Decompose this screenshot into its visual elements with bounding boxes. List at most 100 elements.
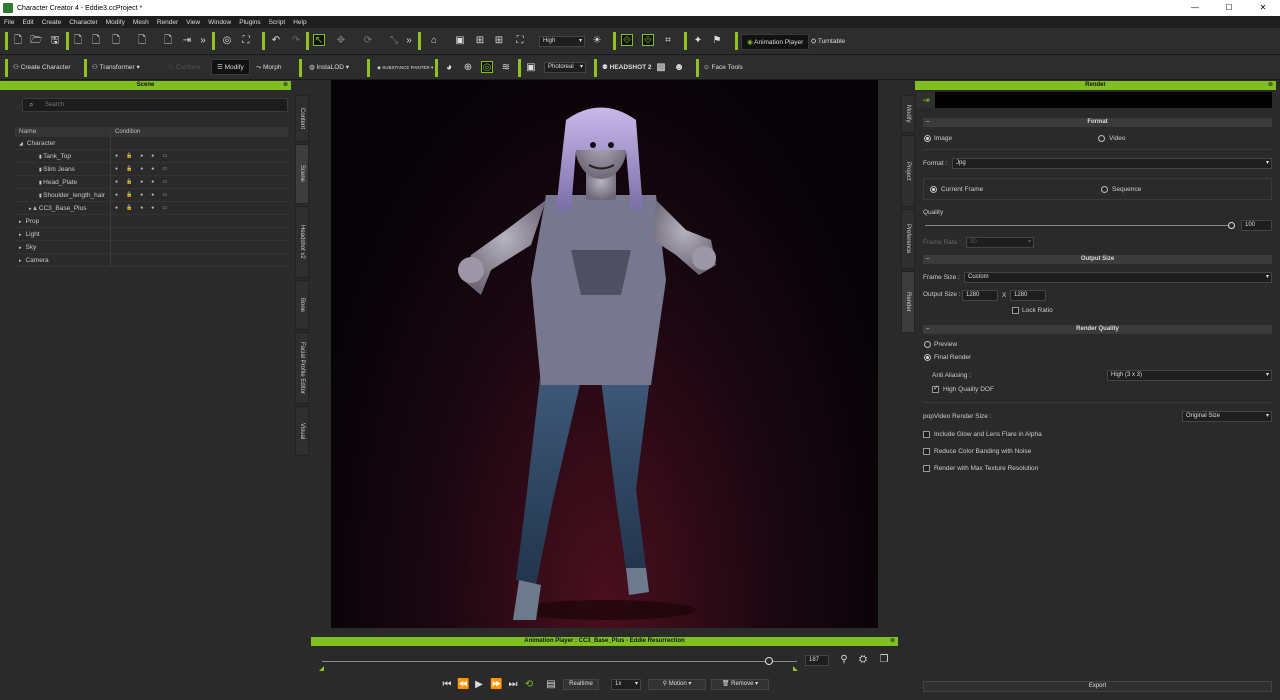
select-arrow-icon[interactable]: ↖ [313, 34, 325, 46]
shader-icon[interactable]: ▣ [525, 62, 537, 74]
tree-row[interactable]: ▸ Sky [15, 241, 288, 254]
shade-icon[interactable]: ● [140, 192, 143, 198]
home-camera-icon[interactable]: ⌂ [428, 35, 440, 47]
visibility-icon[interactable]: ● [115, 205, 118, 211]
window-toggle-icon[interactable]: ❐ [878, 654, 890, 666]
export-button[interactable]: Export [923, 681, 1272, 692]
expand-arrow-icon[interactable]: ▸ [19, 245, 22, 251]
frame-rate-dropdown[interactable]: 30 [966, 237, 1034, 248]
tab-visual[interactable]: Visual [295, 406, 309, 456]
undo-icon[interactable]: ↶ [270, 35, 282, 47]
grid-icon[interactable]: ⌗ [662, 35, 674, 47]
quality-dropdown[interactable]: High [539, 36, 585, 47]
save-icon[interactable]: 🖫 [49, 35, 61, 47]
menu-item-character[interactable]: Character [65, 19, 102, 26]
menu-item-render[interactable]: Render [153, 19, 182, 26]
glow-alpha-checkbox[interactable] [923, 431, 930, 438]
conform-button[interactable]: ⚇ Conform [168, 60, 201, 76]
layer-icon[interactable]: ▭ [162, 192, 167, 198]
play-icon[interactable]: ▶ [473, 679, 485, 691]
loop-icon[interactable]: ⟲ [523, 679, 535, 691]
layer-icon[interactable]: ▭ [162, 179, 167, 185]
tree-row[interactable]: ▮ Head_Plate ● 🔓 ● ● ▭ [15, 176, 288, 189]
tab-headshot-v2[interactable]: Headshot v2 [295, 206, 309, 278]
pose-icon[interactable]: ⚲ [838, 654, 850, 666]
lock-icon[interactable]: 🔓 [126, 166, 132, 172]
lock-icon[interactable]: 🔓 [126, 153, 132, 159]
menu-item-mesh[interactable]: Mesh [129, 19, 153, 26]
cast-shadow-icon[interactable]: ● [151, 153, 154, 159]
cast-shadow-icon[interactable]: ● [151, 192, 154, 198]
animation-player-button[interactable]: ◉ Animation Player [741, 34, 810, 50]
motion-button[interactable]: ⚲ Motion ▾ [648, 679, 706, 690]
remove-button[interactable]: 🗑 Remove ▾ [711, 679, 769, 690]
expand-arrow-icon[interactable]: ▸ [19, 232, 22, 238]
menu-item-window[interactable]: Window [204, 19, 235, 26]
zoom-icon[interactable]: ⊕ [462, 62, 474, 74]
menu-item-script[interactable]: Script [265, 19, 290, 26]
import-icon[interactable]: 🗋 [72, 35, 84, 47]
flag-icon[interactable]: ⚑ [711, 35, 723, 47]
maximize-icon[interactable]: ☐ [1212, 0, 1246, 16]
condition-column-header[interactable]: Condition [110, 127, 288, 136]
scene-search-input[interactable]: ⌕ Search [22, 98, 288, 112]
light-icon[interactable]: ☀ [591, 35, 603, 47]
figure-icon[interactable]: ⛶ [240, 35, 252, 47]
face-tools-button[interactable]: ☺ Face Tools [703, 60, 743, 76]
menu-item-view[interactable]: View [182, 19, 204, 26]
create-character-button[interactable]: ⚇ Create Character [13, 60, 71, 76]
speed-dropdown[interactable]: 1x [611, 679, 641, 690]
tab-modify[interactable]: Modify [901, 95, 915, 133]
open-folder-icon[interactable]: 🗁 [30, 35, 42, 47]
turntable-button[interactable]: ⛭ Turntable [811, 34, 845, 50]
expand-arrow-icon[interactable]: ▸ [19, 219, 22, 225]
lock-ratio-checkbox[interactable] [1012, 307, 1019, 314]
format-section-header[interactable]: Format [923, 118, 1272, 127]
final-render-radio[interactable] [924, 354, 931, 361]
menu-item-modify[interactable]: Modify [102, 19, 129, 26]
realtime-button[interactable]: Realtime [563, 679, 599, 690]
camera-frame-icon[interactable]: ⊞ [474, 35, 486, 47]
exit-arrow-icon[interactable]: ⇥ [181, 35, 193, 47]
tab-render[interactable]: Render [901, 271, 915, 333]
tree-row[interactable]: ▮ Slim Jeans ● 🔓 ● ● ▭ [15, 163, 288, 176]
tab-facial-profile-editor[interactable]: Facial Profile Editor [295, 332, 309, 404]
3d-viewport[interactable] [331, 80, 878, 628]
panel-close-icon[interactable]: ⊗ [890, 637, 895, 646]
export-menu-icon[interactable]: 🗋 [136, 35, 148, 47]
close-icon[interactable]: ✕ [1246, 0, 1280, 16]
expand-arrow-icon[interactable]: ◢ [19, 141, 23, 147]
tree-row[interactable]: ▸ ♟ CC3_Base_Plus ● 🔓 ● ● ▭ [15, 202, 288, 215]
color-banding-checkbox[interactable] [923, 448, 930, 455]
visibility-icon[interactable]: ● [115, 192, 118, 198]
image-radio[interactable] [924, 135, 931, 142]
tree-row[interactable]: ▸ Camera [15, 254, 288, 267]
sequence-radio[interactable] [1101, 186, 1108, 193]
instalod-button[interactable]: ◍ InstaLOD ▾ [309, 60, 349, 76]
output-size-section-header[interactable]: Output Size [923, 255, 1272, 264]
tree-row[interactable]: ◢ Character [15, 137, 288, 150]
render-quality-section-header[interactable]: Render Quality [923, 325, 1272, 334]
timeline-playhead[interactable] [764, 657, 773, 665]
visibility-icon[interactable]: ● [115, 153, 118, 159]
shade-icon[interactable]: ● [140, 153, 143, 159]
quality-slider-track[interactable] [925, 225, 1232, 226]
timeline-track[interactable] [322, 661, 797, 662]
tree-row[interactable]: ▮ Tank_Top ● 🔓 ● ● ▭ [15, 150, 288, 163]
subtitle-icon[interactable]: ▤ [545, 679, 557, 691]
pin-icon[interactable]: ✦ [692, 35, 704, 47]
preview-radio[interactable] [924, 341, 931, 348]
max-texture-checkbox[interactable] [923, 465, 930, 472]
popvideo-size-dropdown[interactable]: Original Size [1182, 411, 1272, 422]
go-end-icon[interactable]: ⏭ [507, 679, 519, 691]
shader-dropdown[interactable]: Photoreal [544, 62, 586, 73]
menu-item-help[interactable]: Help [289, 19, 310, 26]
video-radio[interactable] [1098, 135, 1105, 142]
tab-preference[interactable]: Preference [901, 209, 915, 269]
current-frame-radio[interactable] [930, 186, 937, 193]
tab-scene[interactable]: Scene [295, 144, 309, 204]
sculpt-icon[interactable]: ◕ [443, 62, 455, 74]
gizmo-icon[interactable]: ⟐ [621, 34, 633, 46]
more-icon[interactable]: » [403, 35, 415, 47]
render-tab-icon[interactable]: ⇥ [917, 92, 935, 108]
